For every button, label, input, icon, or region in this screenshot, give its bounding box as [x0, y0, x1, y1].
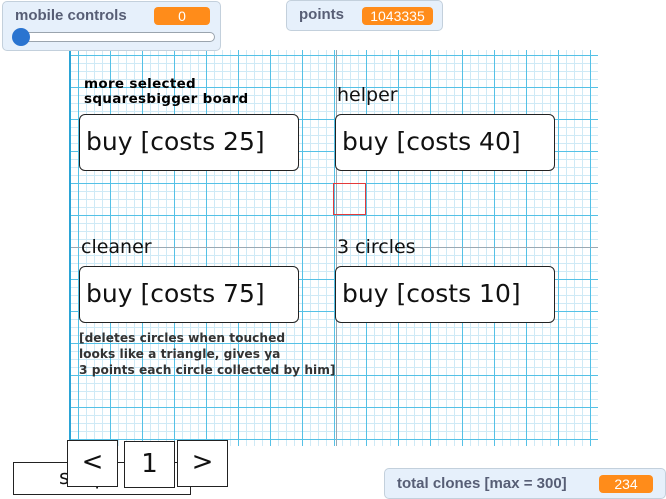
- buy-cleaner-button[interactable]: buy [costs 75]: [79, 266, 299, 323]
- cleaner-description: [deletes circles when touched looks like…: [79, 330, 336, 378]
- points-value: 1043335: [362, 7, 433, 25]
- mobile-controls-label: mobile controls: [15, 7, 127, 24]
- total-clones-value: 234: [599, 475, 653, 493]
- mobile-controls-slider-thumb[interactable]: [12, 28, 30, 46]
- mobile-controls-slider-track[interactable]: [13, 32, 215, 42]
- total-clones-label: total clones [max = 300]: [397, 475, 567, 492]
- description-line: [deletes circles when touched: [79, 331, 286, 345]
- total-clones-monitor: total clones [max = 300] 234: [384, 468, 666, 499]
- mobile-controls-value: 0: [154, 7, 210, 25]
- helper-heading: helper: [337, 84, 398, 106]
- description-line: 3 points each circle collected by him]: [79, 363, 336, 377]
- upgrade-title: more selected squaresbigger board: [84, 76, 249, 107]
- description-line: looks like a triangle, gives ya: [79, 347, 281, 361]
- points-monitor: points 1043335: [286, 0, 443, 31]
- buy-helper-button[interactable]: buy [costs 40]: [335, 114, 555, 171]
- page-number: 1: [124, 441, 175, 488]
- cleaner-heading: cleaner: [81, 236, 152, 258]
- prev-page-button[interactable]: <: [67, 440, 118, 487]
- selected-square[interactable]: [333, 183, 366, 215]
- buy-three-circles-button[interactable]: buy [costs 10]: [335, 266, 555, 323]
- mobile-controls-monitor: mobile controls 0: [2, 1, 221, 51]
- game-stage: mobile controls 0 points 1043335 more se…: [0, 0, 666, 499]
- three-circles-heading: 3 circles: [337, 236, 416, 258]
- buy-bigger-board-button[interactable]: buy [costs 25]: [79, 114, 299, 171]
- points-label: points: [299, 6, 344, 23]
- next-page-button[interactable]: >: [177, 440, 228, 487]
